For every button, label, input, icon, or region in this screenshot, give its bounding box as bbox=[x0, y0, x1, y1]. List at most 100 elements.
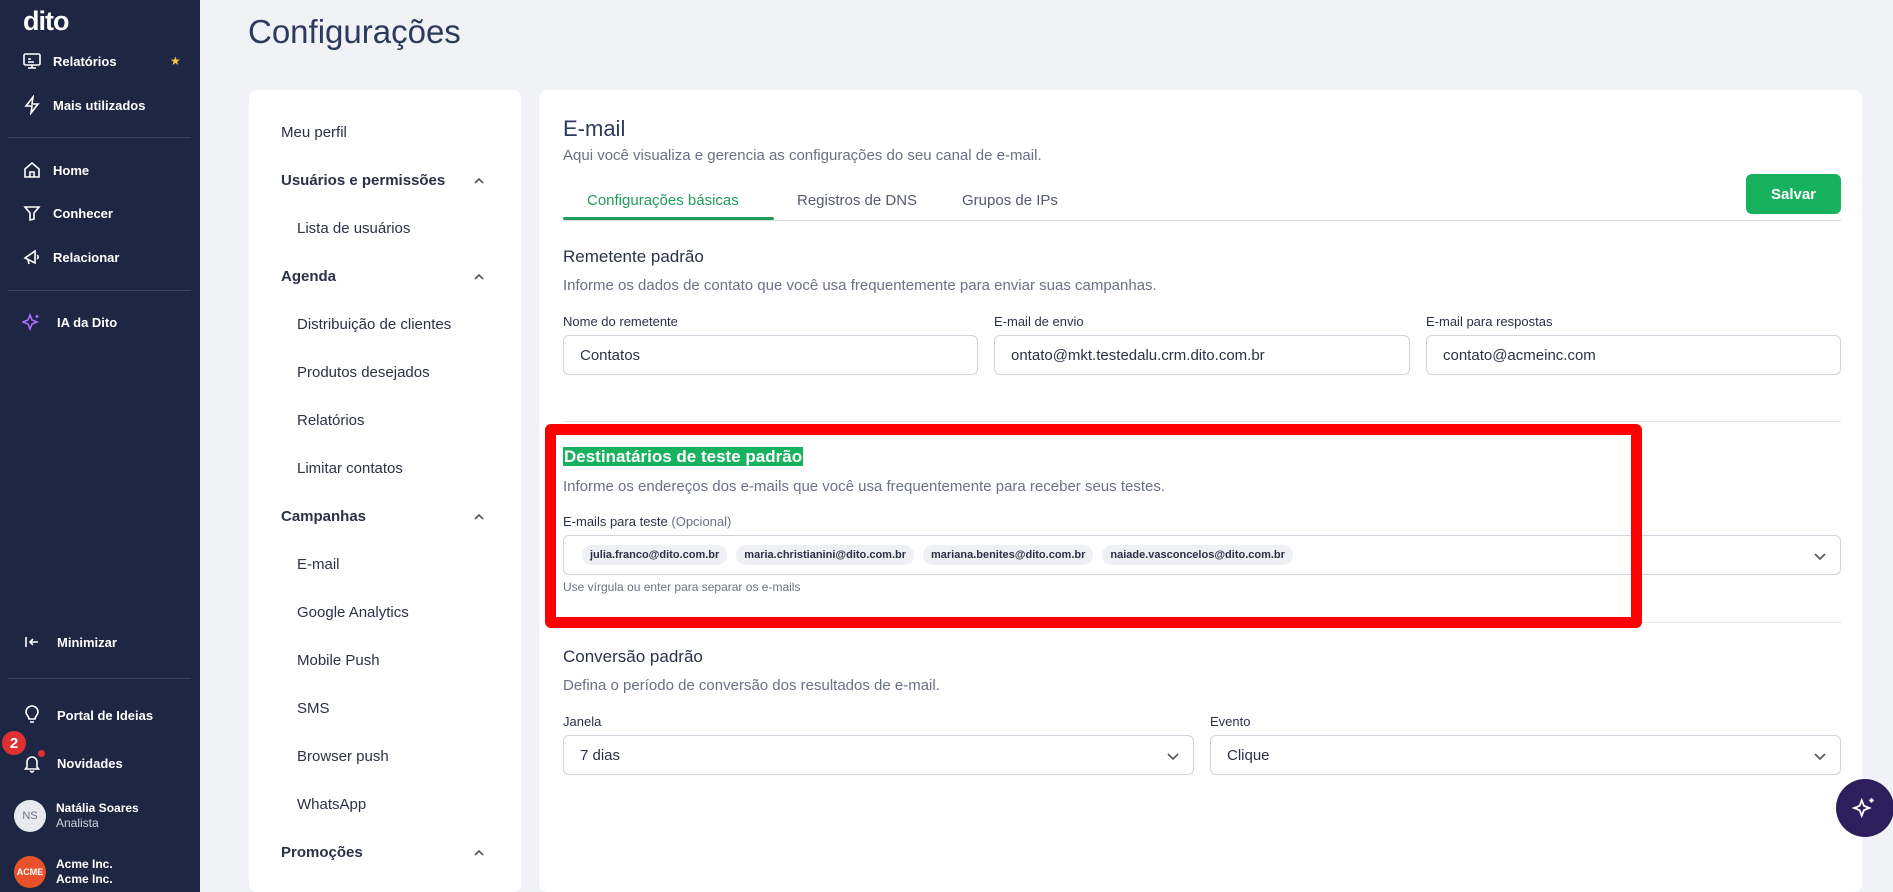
chevron-up-icon bbox=[474, 177, 484, 184]
avatar: NS bbox=[14, 800, 46, 832]
sidebar-item-relacionar[interactable]: Relacionar bbox=[22, 243, 119, 271]
menu-item-limitar[interactable]: Limitar contatos bbox=[297, 460, 403, 477]
active-tab-indicator bbox=[563, 217, 774, 220]
test-recipients-subtitle: Informe os endereços dos e-mails que voc… bbox=[563, 478, 1165, 495]
menu-item-email[interactable]: E-mail bbox=[297, 556, 340, 573]
home-icon bbox=[22, 160, 42, 180]
sender-name-label: Nome do remetente bbox=[563, 314, 678, 329]
menu-item-sms[interactable]: SMS bbox=[297, 700, 330, 717]
chevron-up-icon bbox=[474, 513, 484, 520]
sidebar: dito Relatórios ★ Mais utilizados Home C… bbox=[0, 0, 200, 892]
settings-menu: Meu perfil Usuários e permissões Lista d… bbox=[249, 90, 521, 892]
sender-title: Remetente padrão bbox=[563, 247, 704, 266]
menu-item-distribuicao[interactable]: Distribuição de clientes bbox=[297, 316, 451, 333]
tab-grupos-ips[interactable]: Grupos de IPs bbox=[962, 192, 1058, 209]
star-icon[interactable]: ★ bbox=[170, 54, 181, 68]
conversion-subtitle: Defina o período de conversão dos result… bbox=[563, 677, 940, 694]
sidebar-item-label: IA da Dito bbox=[57, 314, 118, 330]
unread-dot bbox=[38, 750, 45, 757]
email-chip[interactable]: julia.franco@dito.com.br bbox=[582, 545, 728, 565]
menu-item-browser-push[interactable]: Browser push bbox=[297, 748, 389, 765]
email-chip[interactable]: naiade.vasconcelos@dito.com.br bbox=[1102, 545, 1293, 565]
section-divider bbox=[563, 622, 1841, 623]
sidebar-divider bbox=[8, 137, 191, 138]
menu-item-produtos[interactable]: Produtos desejados bbox=[297, 364, 430, 381]
event-select[interactable]: Clique bbox=[1210, 735, 1841, 775]
window-label: Janela bbox=[563, 714, 602, 729]
save-button[interactable]: Salvar bbox=[1746, 174, 1841, 214]
sidebar-item-ia-da-dito[interactable]: IA da Dito bbox=[22, 308, 117, 336]
menu-group-promocoes[interactable]: Promoções bbox=[281, 844, 486, 861]
company-switcher[interactable]: ACME Acme Inc. Acme Inc. bbox=[14, 856, 113, 888]
chevron-down-icon[interactable] bbox=[1812, 548, 1828, 564]
chevron-up-icon bbox=[474, 273, 484, 280]
email-settings-card: E-mail Aqui você visualiza e gerencia as… bbox=[539, 90, 1862, 892]
sidebar-item-relatorios[interactable]: Relatórios bbox=[22, 47, 117, 75]
sidebar-item-home[interactable]: Home bbox=[22, 156, 89, 184]
chevron-down-icon bbox=[1814, 753, 1826, 761]
menu-item-lista-usuarios[interactable]: Lista de usuários bbox=[297, 220, 410, 237]
company-sub: Acme Inc. bbox=[56, 872, 113, 886]
test-emails-input[interactable]: julia.franco@dito.com.br maria.christian… bbox=[563, 535, 1841, 575]
tab-configuracoes-basicas[interactable]: Configurações básicas bbox=[587, 192, 739, 209]
section-subtitle: Aqui você visualiza e gerencia as config… bbox=[563, 147, 1042, 164]
menu-item-meu-perfil[interactable]: Meu perfil bbox=[281, 124, 347, 141]
minimize-button[interactable]: Minimizar bbox=[22, 628, 117, 656]
user-name: Natália Soares bbox=[56, 801, 139, 815]
optional-tag: (Opcional) bbox=[671, 514, 732, 529]
from-email-label: E-mail de envio bbox=[994, 314, 1084, 329]
menu-item-relatorios[interactable]: Relatórios bbox=[297, 412, 365, 429]
selected-text: Destinatários de teste padrão bbox=[563, 447, 804, 466]
tab-registros-dns[interactable]: Registros de DNS bbox=[797, 192, 917, 209]
menu-group-label: Campanhas bbox=[281, 508, 367, 525]
test-emails-label: E-mails para teste (Opcional) bbox=[563, 514, 731, 529]
user-profile[interactable]: NS Natália Soares Analista bbox=[14, 800, 139, 832]
sparkle-icon bbox=[1852, 797, 1874, 819]
sidebar-item-label: Conhecer bbox=[53, 205, 113, 221]
menu-group-label: Agenda bbox=[281, 268, 337, 285]
reply-email-label: E-mail para respostas bbox=[1426, 314, 1553, 329]
sidebar-item-portal-de-ideias[interactable]: Portal de Ideias bbox=[22, 701, 153, 729]
email-chip[interactable]: maria.christianini@dito.com.br bbox=[736, 545, 914, 565]
sparkle-icon bbox=[22, 312, 42, 332]
sidebar-item-conhecer[interactable]: Conhecer bbox=[22, 199, 113, 227]
menu-group-label: Usuários e permissões bbox=[281, 172, 446, 189]
menu-item-google-analytics[interactable]: Google Analytics bbox=[297, 604, 409, 621]
from-email-input[interactable]: ontato@mkt.testedalu.crm.dito.com.br bbox=[994, 335, 1410, 375]
sender-name-input[interactable]: Contatos bbox=[563, 335, 978, 375]
chevron-up-icon bbox=[474, 849, 484, 856]
menu-group-campanhas[interactable]: Campanhas bbox=[281, 508, 486, 525]
reply-email-input[interactable]: contato@acmeinc.com bbox=[1426, 335, 1841, 375]
megaphone-icon bbox=[22, 247, 42, 267]
ai-assistant-button[interactable] bbox=[1836, 779, 1893, 837]
menu-group-agenda[interactable]: Agenda bbox=[281, 268, 486, 285]
conversion-title: Conversão padrão bbox=[563, 647, 703, 666]
reports-icon bbox=[22, 51, 42, 71]
sidebar-item-label: Relacionar bbox=[53, 249, 120, 265]
sidebar-item-label: Novidades bbox=[57, 755, 123, 771]
event-value: Clique bbox=[1227, 746, 1270, 764]
window-select[interactable]: 7 dias bbox=[563, 735, 1194, 775]
collapse-icon bbox=[22, 632, 42, 652]
sidebar-item-label: Minimizar bbox=[57, 634, 117, 650]
sidebar-item-label: Home bbox=[53, 162, 90, 178]
menu-item-mobile-push[interactable]: Mobile Push bbox=[297, 652, 380, 669]
chevron-down-icon bbox=[1167, 753, 1179, 761]
acme-logo: ACME bbox=[14, 856, 46, 888]
sidebar-item-mais-utilizados[interactable]: Mais utilizados bbox=[22, 91, 145, 119]
window-value: 7 dias bbox=[580, 746, 621, 764]
menu-item-whatsapp[interactable]: WhatsApp bbox=[297, 796, 366, 813]
test-recipients-title: Destinatários de teste padrão bbox=[563, 447, 804, 467]
test-emails-hint: Use vírgula ou enter para separar os e-m… bbox=[563, 580, 801, 594]
sidebar-divider bbox=[8, 290, 191, 291]
user-role: Analista bbox=[56, 816, 99, 830]
menu-group-usuarios[interactable]: Usuários e permissões bbox=[281, 172, 486, 189]
lightning-icon bbox=[22, 95, 42, 115]
sidebar-item-label: Portal de Ideias bbox=[57, 707, 154, 723]
sidebar-divider bbox=[8, 678, 191, 679]
email-chip[interactable]: mariana.benites@dito.com.br bbox=[923, 545, 1094, 565]
filter-icon bbox=[22, 203, 42, 223]
dito-logo[interactable]: dito bbox=[23, 6, 69, 37]
lightbulb-icon bbox=[22, 705, 42, 725]
notification-count-badge: 2 bbox=[2, 731, 26, 755]
